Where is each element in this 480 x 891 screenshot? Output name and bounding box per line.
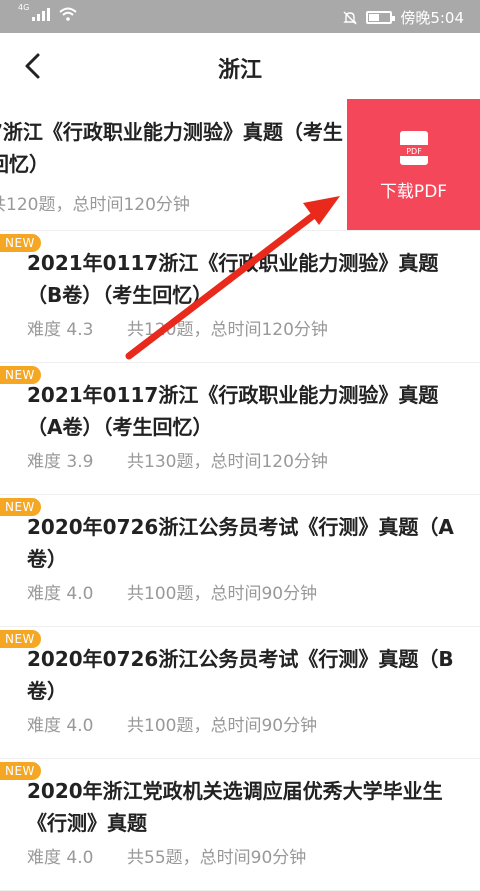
list-item[interactable]: NEW 2021年0117浙江《行政职业能力测验》真题（A卷）（考生回忆） 难度…: [0, 363, 480, 495]
exam-meta: 难度 3.9 共130题，总时间120分钟: [0, 447, 480, 472]
status-time: 傍晚5:04: [400, 9, 464, 27]
signal-icon: [32, 7, 51, 21]
exam-title: 2021年0117浙江《行政职业能力测验》真题（A卷）（考生回忆）: [27, 383, 439, 439]
status-bar: 4G 傍晚5:04: [0, 0, 480, 33]
pdf-file-icon: PDF: [400, 131, 428, 165]
exam-title: 2020年0726浙江公务员考试《行测》真题（A卷）: [27, 515, 454, 571]
nav-header: 浙江: [0, 33, 480, 100]
network-type: 4G: [18, 3, 30, 12]
question-info: 共120题，总时间120分钟: [127, 320, 328, 340]
exam-title: 2020年0726浙江公务员考试《行测》真题（B卷）: [27, 647, 454, 703]
list-item-swiped[interactable]: 7浙江《行政职业能力测验》真题（考生回忆） 共120题，总时间120分钟 PDF…: [0, 99, 480, 231]
exam-list: 7浙江《行政职业能力测验》真题（考生回忆） 共120题，总时间120分钟 PDF…: [0, 99, 480, 891]
exam-title: 2020年浙江党政机关选调应届优秀大学毕业生《行测》真题: [27, 779, 443, 835]
question-info: 共100题，总时间90分钟: [127, 716, 318, 736]
exam-meta: 难度 4.0 共55题，总时间90分钟: [0, 843, 480, 868]
page-title: 浙江: [217, 58, 262, 83]
question-info: 共55题，总时间90分钟: [127, 848, 307, 868]
list-item-content[interactable]: 7浙江《行政职业能力测验》真题（考生回忆） 共120题，总时间120分钟: [0, 116, 349, 215]
exam-meta: 难度 4.0 共100题，总时间90分钟: [0, 579, 480, 604]
exam-title: 7浙江《行政职业能力测验》真题（考生回忆）: [0, 120, 343, 176]
difficulty: 难度 3.9: [27, 452, 94, 472]
question-info: 共130题，总时间120分钟: [127, 452, 328, 472]
exam-title: 2021年0117浙江《行政职业能力测验》真题（B卷）（考生回忆）: [27, 251, 439, 307]
question-info: 共100题，总时间90分钟: [127, 584, 318, 604]
wifi-icon: [59, 7, 77, 21]
list-item[interactable]: NEW 2020年0726浙江公务员考试《行测》真题（A卷） 难度 4.0 共10…: [0, 495, 480, 627]
exam-meta: 难度 4.0 共100题，总时间90分钟: [0, 711, 480, 736]
muted-bell-icon: [343, 11, 358, 24]
signal-group: 4G: [18, 3, 77, 21]
difficulty: 难度 4.3: [27, 320, 94, 340]
battery-icon: [366, 11, 396, 24]
list-item[interactable]: NEW 2020年浙江党政机关选调应届优秀大学毕业生《行测》真题 难度 4.0 共…: [0, 759, 480, 891]
list-item[interactable]: NEW 2021年0117浙江《行政职业能力测验》真题（B卷）（考生回忆） 难度…: [0, 231, 480, 363]
exam-meta: 难度 4.3 共120题，总时间120分钟: [0, 315, 480, 340]
difficulty: 难度 4.0: [27, 848, 94, 868]
status-right: 傍晚5:04: [342, 7, 464, 28]
list-item[interactable]: NEW 2020年0726浙江公务员考试《行测》真题（B卷） 难度 4.0 共10…: [0, 627, 480, 759]
download-pdf-label: 下载PDF: [379, 182, 448, 202]
exam-meta: 共120题，总时间120分钟: [0, 195, 190, 215]
difficulty: 难度 4.0: [27, 584, 94, 604]
difficulty: 难度 4.0: [27, 716, 94, 736]
download-pdf-button[interactable]: PDF 下载PDF: [347, 99, 480, 230]
pdf-icon-text: PDF: [406, 147, 422, 156]
